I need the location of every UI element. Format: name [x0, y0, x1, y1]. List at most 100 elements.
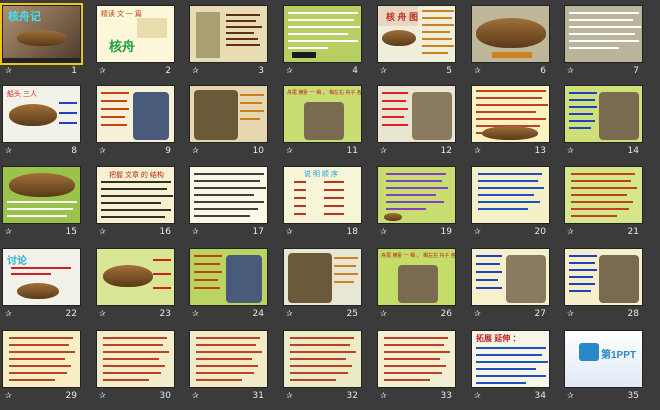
thumb-decoration — [194, 187, 266, 189]
thumb-decoration — [240, 110, 264, 112]
slide-preview[interactable] — [283, 248, 362, 306]
slide-thumbnail[interactable]: ✰ 10 — [189, 85, 268, 157]
slide-preview[interactable] — [189, 85, 268, 143]
slide-thumbnail[interactable]: ✰ 32 — [283, 330, 362, 402]
slide-preview[interactable] — [283, 330, 362, 388]
slide-thumbnail[interactable]: 精读 文 一 篇核舟 ✰ 2 — [96, 5, 175, 77]
thumb-decoration — [478, 187, 544, 189]
slide-preview[interactable]: 拓展 延伸 ： — [471, 330, 550, 388]
slide-preview[interactable]: 舟尾 横卧 一 楫 ， 楫左右 舟子 各 一 人 。 — [377, 248, 456, 306]
slide-thumbnail[interactable]: ✰ 14 — [564, 85, 643, 157]
slide-preview[interactable] — [2, 330, 81, 388]
slide-preview[interactable] — [471, 248, 550, 306]
thumb-decoration — [11, 267, 71, 269]
thumb-decoration — [294, 189, 306, 191]
slide-title-text: 把握 文章 的 结构 — [109, 172, 164, 179]
slide-preview[interactable] — [471, 166, 550, 224]
slide-preview[interactable] — [564, 248, 643, 306]
thumb-decoration — [294, 197, 306, 199]
slide-preview[interactable] — [377, 85, 456, 143]
slide-preview[interactable] — [96, 85, 175, 143]
slide-preview[interactable] — [471, 85, 550, 143]
slide-thumbnail[interactable]: ✰ 24 — [189, 248, 268, 320]
thumb-decoration — [101, 116, 125, 118]
slide-preview[interactable] — [471, 5, 550, 63]
slide-preview[interactable]: 说 明 顺 序 — [283, 166, 362, 224]
slide-preview[interactable]: 核舟记 — [0, 3, 83, 65]
slide-preview[interactable] — [283, 5, 362, 63]
thumb-decoration — [422, 45, 454, 47]
slide-thumbnail[interactable]: ✰ 3 — [189, 5, 268, 77]
slide-thumbnail[interactable]: ✰ 6 — [471, 5, 550, 77]
star-icon: ✰ — [380, 391, 387, 400]
thumb-decoration — [569, 19, 633, 21]
slide-thumbnail[interactable]: ✰ 9 — [96, 85, 175, 157]
figure-picture — [506, 255, 546, 303]
slide-preview[interactable]: 讨论 — [2, 248, 81, 306]
thumb-decoration — [476, 111, 536, 113]
slide-preview[interactable] — [377, 330, 456, 388]
slide-thumbnail[interactable]: 舟尾 横卧 一 楫 ， 楫左右 舟子 各 一 人 。 ✰ 11 — [283, 85, 362, 157]
slide-thumbnail[interactable]: ✰ 29 — [2, 330, 81, 402]
star-icon: ✰ — [5, 227, 12, 236]
star-icon: ✰ — [474, 309, 481, 318]
slide-thumbnail[interactable]: 船头 三人 ✰ 8 — [2, 85, 81, 157]
slide-preview[interactable] — [564, 166, 643, 224]
slide-preview[interactable] — [189, 330, 268, 388]
thumb-decoration — [153, 259, 171, 261]
slide-thumbnail[interactable]: 把握 文章 的 结构 ✰ 16 — [96, 166, 175, 238]
star-icon: ✰ — [99, 146, 106, 155]
thumb-decoration — [290, 351, 356, 353]
thumb-decoration — [294, 181, 306, 183]
boat-picture — [384, 213, 402, 221]
slide-preview[interactable]: 把握 文章 的 结构 — [96, 166, 175, 224]
slide-preview[interactable] — [96, 330, 175, 388]
slide-thumbnail[interactable]: 核 舟 图 ✰ 5 — [377, 5, 456, 77]
slide-thumbnail[interactable]: ✰ 4 — [283, 5, 362, 77]
slide-thumbnail[interactable]: ✰ 20 — [471, 166, 550, 238]
thumb-decoration — [240, 94, 264, 96]
slide-preview[interactable]: 船头 三人 — [2, 85, 81, 143]
slide-preview[interactable]: 核 舟 图 — [377, 5, 456, 63]
slide-preview[interactable] — [564, 5, 643, 63]
slide-thumbnail[interactable]: ✰ 25 — [283, 248, 362, 320]
thumb-decoration — [569, 33, 635, 35]
slide-preview[interactable] — [96, 248, 175, 306]
slide-preview[interactable] — [189, 5, 268, 63]
slide-thumbnail[interactable]: 第1PPT ✰ 35 — [564, 330, 643, 402]
thumb-decoration — [194, 194, 254, 196]
slide-preview[interactable]: 舟尾 横卧 一 楫 ， 楫左右 舟子 各 一 人 。 — [283, 85, 362, 143]
slide-thumbnail[interactable]: ✰ 33 — [377, 330, 456, 402]
slide-preview[interactable] — [189, 248, 268, 306]
slide-preview[interactable] — [189, 166, 268, 224]
slide-thumbnail[interactable]: ✰ 7 — [564, 5, 643, 77]
slide-preview[interactable] — [564, 85, 643, 143]
slide-preview[interactable] — [377, 166, 456, 224]
slide-preview[interactable] — [2, 166, 81, 224]
slide-thumbnail[interactable]: ✰ 19 — [377, 166, 456, 238]
slide-thumbnail[interactable]: 拓展 延伸 ： ✰ 34 — [471, 330, 550, 402]
slide-preview[interactable]: 精读 文 一 篇核舟 — [96, 5, 175, 63]
slide-thumbnail[interactable]: ✰ 21 — [564, 166, 643, 238]
slide-number: 5 — [446, 66, 452, 76]
slide-thumbnail[interactable]: 舟尾 横卧 一 楫 ， 楫左右 舟子 各 一 人 。 ✰ 26 — [377, 248, 456, 320]
slide-thumbnail[interactable]: ✰ 31 — [189, 330, 268, 402]
slide-preview[interactable]: 第1PPT — [564, 330, 643, 388]
slide-thumbnail[interactable]: ✰ 28 — [564, 248, 643, 320]
slide-thumbnail[interactable]: 讨论 ✰ 22 — [2, 248, 81, 320]
slide-thumbnail[interactable]: ✰ 30 — [96, 330, 175, 402]
figure-picture — [133, 92, 169, 140]
slide-thumbnail[interactable]: ✰ 27 — [471, 248, 550, 320]
slide-title-text: 船头 三人 — [7, 91, 37, 98]
slide-thumbnail[interactable]: 说 明 顺 序 ✰ 18 — [283, 166, 362, 238]
slide-number: 33 — [440, 391, 452, 401]
slide-thumbnail[interactable]: ✰ 12 — [377, 85, 456, 157]
slide-thumbnail[interactable]: ✰ 15 — [2, 166, 81, 238]
slide-thumbnail[interactable]: ✰ 23 — [96, 248, 175, 320]
slide-thumbnail[interactable]: ✰ 13 — [471, 85, 550, 157]
thumb-decoration — [569, 12, 639, 14]
slide-thumbnail[interactable]: ✰ 17 — [189, 166, 268, 238]
thumb-decoration — [334, 265, 356, 267]
slide-thumbnail[interactable]: 核舟记 ✰ 1 — [0, 3, 83, 77]
thumb-decoration — [422, 24, 454, 26]
